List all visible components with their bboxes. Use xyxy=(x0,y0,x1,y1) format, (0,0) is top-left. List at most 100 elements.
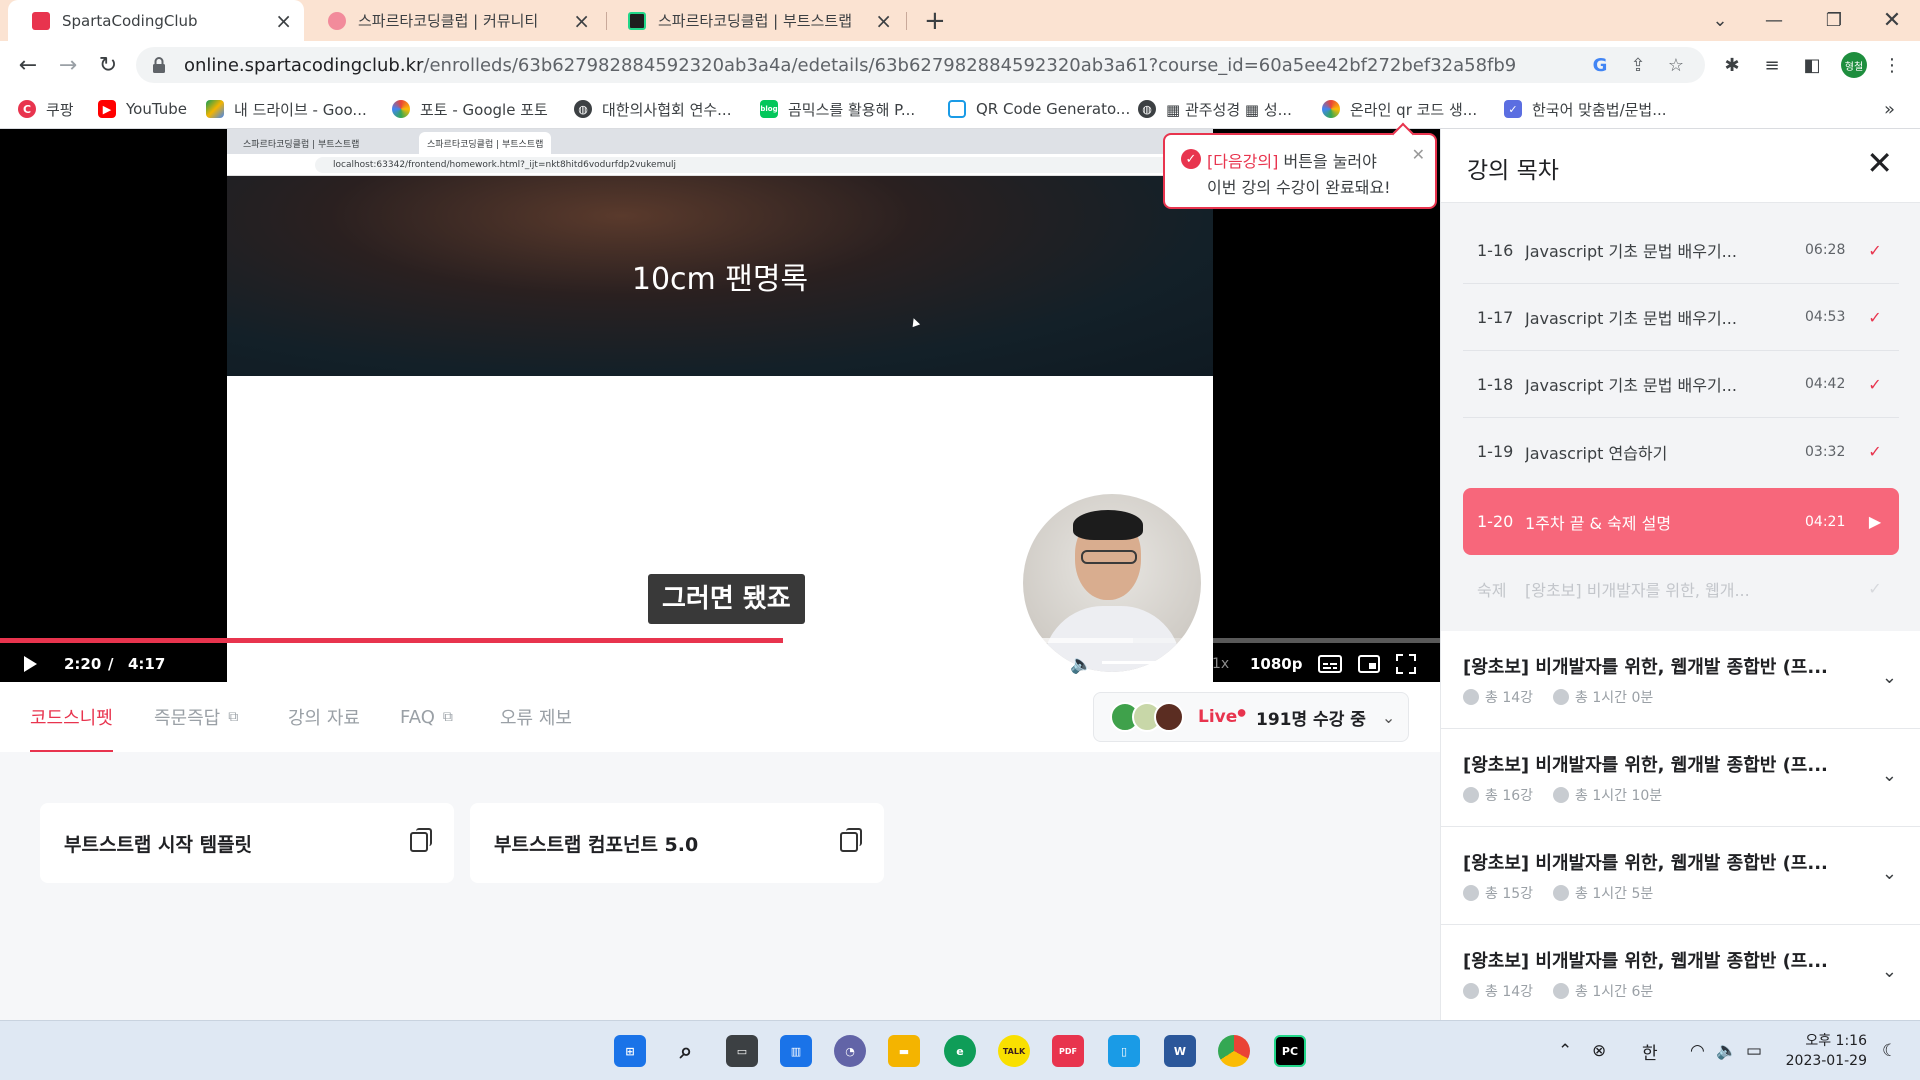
media-control-icon[interactable]: ≡ xyxy=(1760,53,1784,77)
volume-icon[interactable]: 🔈 xyxy=(1070,653,1092,675)
task-view-icon[interactable]: ▭ xyxy=(726,1035,758,1067)
tab-qna[interactable]: 즉문즉답 ⧉ xyxy=(154,682,238,752)
lesson-item-homework[interactable]: 숙제 [왕초보] 비개발자를 위한, 웹개... ✓ xyxy=(1463,555,1899,622)
forward-button[interactable]: → xyxy=(52,49,84,81)
next-lesson-notice: ✓ [다음강의] 버튼을 눌러야 이번 강의 수강이 완료돼요! ✕ xyxy=(1163,133,1437,209)
lesson-number: 1-19 xyxy=(1477,442,1514,461)
close-window-button[interactable]: ✕ xyxy=(1864,0,1920,41)
lesson-item-current[interactable]: 1-20 1주차 끝 & 숙제 설명 04:21 ▶ xyxy=(1463,488,1899,555)
notification-moon-icon[interactable]: ☾ xyxy=(1882,1021,1897,1080)
wifi-icon[interactable]: ◠ xyxy=(1690,1021,1705,1080)
close-tab-icon[interactable]: × xyxy=(875,9,892,33)
copy-icon[interactable] xyxy=(840,828,862,852)
tab-error-report[interactable]: 오류 제보 xyxy=(500,682,572,752)
chat-icon[interactable]: ◔ xyxy=(834,1035,866,1067)
quality-selector[interactable]: 1080p xyxy=(1250,653,1303,675)
clock-time: 오후 1:16 xyxy=(1805,1033,1867,1049)
back-button[interactable]: ← xyxy=(12,49,44,81)
side-panel-icon[interactable]: ◧ xyxy=(1800,53,1824,77)
playback-speed[interactable]: 1x xyxy=(1212,653,1229,675)
close-tab-icon[interactable]: × xyxy=(573,9,590,33)
week-section[interactable]: [왕초보] 비개발자를 위한, 웹개발 종합반 (프... 총 15강 총 1시간… xyxy=(1441,827,1920,925)
tab-label: 코드스니펫 xyxy=(30,708,113,729)
tab-search-chevron-icon[interactable]: ⌄ xyxy=(1692,0,1748,41)
bookmark-coupang[interactable]: C 쿠팡 xyxy=(18,89,74,129)
menu-kebab-icon[interactable]: ⋮ xyxy=(1880,53,1904,77)
lesson-item[interactable]: 1-19 Javascript 연습하기 03:32 ✓ xyxy=(1463,418,1899,485)
tab-bootstrap[interactable]: 스파르타코딩클럽 | 부트스트랩 × xyxy=(604,0,904,41)
reload-button[interactable]: ↻ xyxy=(92,49,124,81)
close-sidebar-icon[interactable]: ✕ xyxy=(1866,147,1893,179)
bookmark-kma[interactable]: ◍ 대한의사협회 연수... xyxy=(574,89,731,129)
close-tab-icon[interactable]: × xyxy=(275,9,292,33)
lesson-number: 1-20 xyxy=(1477,512,1514,531)
volume-slider[interactable] xyxy=(1102,661,1190,664)
tab-community[interactable]: 스파르타코딩클럽 | 커뮤니티 × xyxy=(304,0,602,41)
lock-icon[interactable] xyxy=(152,57,166,73)
speaker-icon[interactable]: 🔈 xyxy=(1716,1021,1737,1080)
profile-avatar[interactable]: 형철 xyxy=(1841,52,1867,78)
snippet-card-bootstrap-template[interactable]: 부트스트랩 시작 템플릿 xyxy=(40,803,454,883)
lesson-duration: 04:21 xyxy=(1805,513,1846,530)
bookmark-online-qr[interactable]: 온라인 qr 코드 생... xyxy=(1322,89,1477,129)
tab-lecture-materials[interactable]: 강의 자료 xyxy=(288,682,360,752)
lesson-item[interactable]: 1-17 Javascript 기초 문법 배우기... 04:53 ✓ xyxy=(1463,284,1899,351)
bookmark-spellcheck[interactable]: ✓ 한국어 맞춤법/문법... xyxy=(1504,89,1667,129)
extensions-puzzle-icon[interactable]: ✱ xyxy=(1720,53,1744,77)
copy-icon[interactable] xyxy=(410,828,432,852)
bookmark-drive[interactable]: 내 드라이브 - Goo... xyxy=(206,89,367,129)
captions-icon[interactable] xyxy=(1318,653,1342,675)
pdf-icon[interactable]: PDF xyxy=(1052,1035,1084,1067)
video-player[interactable]: 스파르타코딩클럽 | 부트스트랩 스파르타코딩클럽 | 부트스트랩 localh… xyxy=(0,129,1440,682)
tray-app-icon[interactable]: ⊗ xyxy=(1592,1021,1606,1080)
share-icon[interactable]: ⇪ xyxy=(1626,53,1650,77)
tab-faq[interactable]: FAQ ⧉ xyxy=(400,682,453,752)
lesson-item[interactable]: 1-18 Javascript 기초 문법 배우기... 04:42 ✓ xyxy=(1463,351,1899,418)
play-circle-icon xyxy=(1463,689,1479,705)
tab-spartacodingclub[interactable]: SpartaCodingClub × xyxy=(8,0,304,41)
tray-overflow-icon[interactable]: ⌃ xyxy=(1558,1021,1572,1080)
notes-icon[interactable]: ▯ xyxy=(1108,1035,1140,1067)
snippet-card-bootstrap-components[interactable]: 부트스트랩 컴포넌트 5.0 xyxy=(470,803,884,883)
play-button[interactable] xyxy=(22,653,38,675)
bookmark-gommix[interactable]: blog 곰믹스를 활용해 P... xyxy=(760,89,915,129)
week-section[interactable]: [왕초보] 비개발자를 위한, 웹개발 종합반 (프... 총 16강 총 1시간… xyxy=(1441,729,1920,827)
hero-title: 10cm 팬명록 xyxy=(631,262,809,297)
picture-in-picture-icon[interactable] xyxy=(1358,653,1380,675)
week-section[interactable]: [왕초보] 비개발자를 위한, 웹개발 종합반 (프... 총 14강 총 1시간… xyxy=(1441,631,1920,729)
photos-icon xyxy=(392,100,410,118)
ime-indicator[interactable]: 한 xyxy=(1642,1021,1658,1080)
chrome-icon[interactable] xyxy=(1218,1035,1250,1067)
snippet-title: 부트스트랩 컴포넌트 5.0 xyxy=(494,833,699,856)
close-notice-icon[interactable]: ✕ xyxy=(1412,145,1425,164)
pycharm-icon[interactable]: PC xyxy=(1274,1035,1306,1067)
fullscreen-icon[interactable] xyxy=(1396,653,1416,675)
widgets-icon[interactable]: ▥ xyxy=(780,1035,812,1067)
live-viewers-button[interactable]: Live● 191명 수강 중 ⌄ xyxy=(1093,692,1409,742)
more-bookmarks-icon[interactable]: » xyxy=(1884,89,1895,129)
bookmark-photos[interactable]: 포토 - Google 포토 xyxy=(392,89,548,129)
word-icon[interactable]: W xyxy=(1164,1035,1196,1067)
kakaotalk-icon[interactable]: TALK xyxy=(998,1035,1030,1067)
new-tab-button[interactable]: + xyxy=(924,6,946,36)
bookmark-youtube[interactable]: ▶ YouTube xyxy=(98,89,187,129)
google-translate-icon[interactable]: G xyxy=(1588,53,1612,77)
battery-icon[interactable]: ▭ xyxy=(1746,1021,1762,1080)
minimize-button[interactable]: — xyxy=(1746,0,1802,41)
video-progress-bar[interactable] xyxy=(0,638,1440,643)
bookmark-star-icon[interactable]: ☆ xyxy=(1664,53,1688,77)
file-explorer-icon[interactable]: ▬ xyxy=(888,1035,920,1067)
check-icon: ✓ xyxy=(1868,374,1882,394)
address-bar[interactable]: online.spartacodingclub.kr/enrolleds/63b… xyxy=(136,47,1705,83)
search-icon[interactable]: ⌕ xyxy=(670,1035,702,1067)
week-section[interactable]: [왕초보] 비개발자를 위한, 웹개발 종합반 (프... 총 14강 총 1시간… xyxy=(1441,925,1920,1023)
maximize-button[interactable]: ❐ xyxy=(1806,0,1862,41)
edge-icon[interactable]: e xyxy=(944,1035,976,1067)
bookmark-bible[interactable]: ◍ ▦ 관주성경 ▦ 성... xyxy=(1138,89,1292,129)
windows-start-icon[interactable]: ⊞ xyxy=(614,1035,646,1067)
chevron-down-icon: ⌄ xyxy=(1881,667,1897,688)
lesson-item[interactable]: 1-16 Javascript 기초 문법 배우기... 06:28 ✓ xyxy=(1463,217,1899,284)
system-clock[interactable]: 오후 1:16 2023-01-29 xyxy=(1783,1031,1867,1071)
tab-code-snippet[interactable]: 코드스니펫 xyxy=(30,682,113,752)
bookmark-qr-generator[interactable]: QR Code Generato... xyxy=(948,89,1130,129)
